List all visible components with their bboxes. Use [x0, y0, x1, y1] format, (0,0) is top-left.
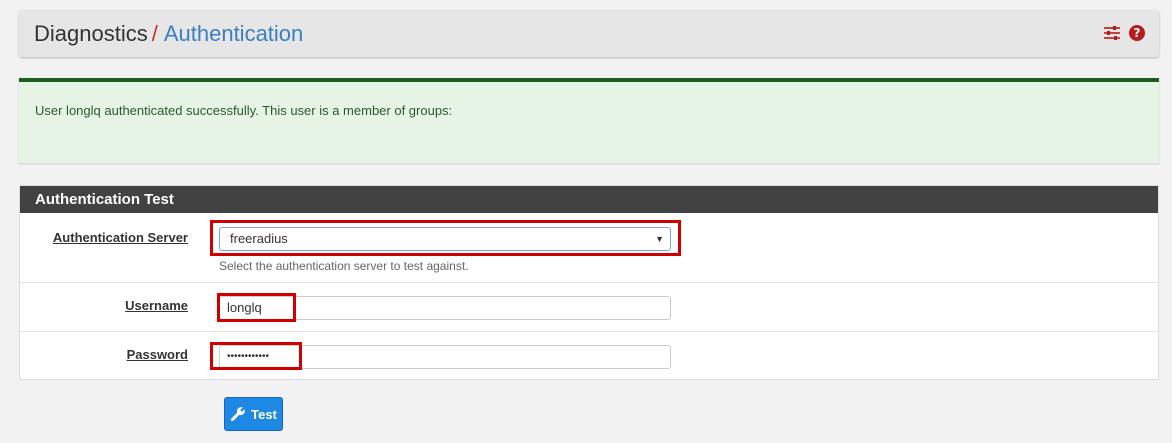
server-select-value: freeradius — [230, 231, 288, 246]
breadcrumb-authentication[interactable]: Authentication — [164, 21, 303, 46]
test-button-label: Test — [251, 406, 277, 422]
username-input[interactable]: longlq — [219, 296, 671, 320]
password-label: Password — [126, 347, 188, 362]
breadcrumb: Diagnostics / Authentication — [34, 22, 303, 46]
panel-title: Authentication Test — [20, 186, 1158, 213]
server-select[interactable]: freeradius ▼ — [219, 227, 671, 251]
wrench-icon — [231, 407, 245, 422]
authentication-test-panel: Authentication Test Authentication Serve… — [19, 185, 1159, 380]
form-row-username: Username longlq — [20, 282, 1158, 331]
server-help-text: Select the authentication server to test… — [219, 259, 469, 273]
breadcrumb-diagnostics[interactable]: Diagnostics — [34, 21, 148, 46]
header-icons: ? — [1103, 25, 1145, 41]
alert-message: User longlq authenticated successfully. … — [35, 103, 453, 118]
success-alert: User longlq authenticated successfully. … — [19, 78, 1159, 163]
server-label: Authentication Server — [52, 230, 188, 245]
chevron-down-icon: ▼ — [655, 234, 664, 244]
help-icon[interactable]: ? — [1129, 25, 1145, 41]
breadcrumb-separator: / — [151, 21, 158, 46]
page-header: Diagnostics / Authentication ? — [19, 10, 1159, 57]
form-row-server: Authentication Server freeradius ▼ Selec… — [20, 213, 1158, 282]
password-input[interactable]: •••••••••••• — [219, 345, 671, 369]
form-row-password: Password •••••••••••• — [20, 331, 1158, 380]
test-button[interactable]: Test — [224, 397, 283, 431]
sliders-icon[interactable] — [1103, 25, 1121, 41]
username-label: Username — [125, 298, 188, 313]
